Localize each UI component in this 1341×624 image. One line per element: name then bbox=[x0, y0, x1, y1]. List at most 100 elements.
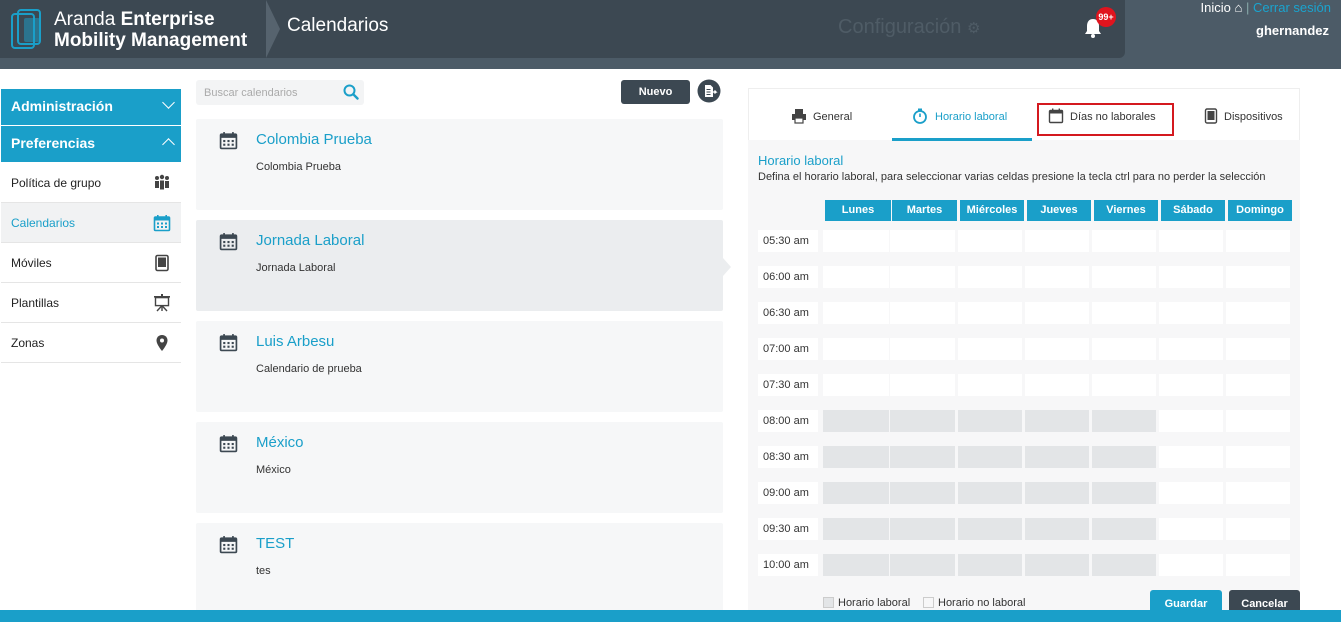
schedule-cell[interactable] bbox=[890, 302, 955, 324]
calendar-name[interactable]: Jornada Laboral bbox=[256, 232, 364, 249]
schedule-cell[interactable] bbox=[1025, 446, 1089, 468]
sidebar-item-politica-de-grupo[interactable]: Política de grupo bbox=[1, 163, 181, 203]
schedule-cell[interactable] bbox=[1159, 302, 1223, 324]
schedule-cell[interactable] bbox=[1159, 554, 1223, 576]
schedule-cell[interactable] bbox=[958, 266, 1022, 288]
schedule-cell[interactable] bbox=[1025, 266, 1089, 288]
schedule-cell[interactable] bbox=[1025, 302, 1089, 324]
calendar-name[interactable]: Luis Arbesu bbox=[256, 333, 334, 350]
schedule-cell[interactable] bbox=[1226, 446, 1290, 468]
schedule-cell[interactable] bbox=[1159, 410, 1223, 432]
schedule-cell[interactable] bbox=[1226, 302, 1290, 324]
calendar-card[interactable]: Jornada Laboral Jornada Laboral bbox=[196, 220, 723, 311]
schedule-cell[interactable] bbox=[823, 266, 889, 288]
nuevo-button[interactable]: Nuevo bbox=[621, 80, 690, 104]
logout-link[interactable]: Cerrar sesión bbox=[1253, 0, 1331, 15]
calendar-card[interactable]: Luis Arbesu Calendario de prueba bbox=[196, 321, 723, 412]
schedule-cell[interactable] bbox=[823, 482, 889, 504]
schedule-cell[interactable] bbox=[1159, 446, 1223, 468]
schedule-cell[interactable] bbox=[823, 302, 889, 324]
schedule-cell[interactable] bbox=[1226, 338, 1290, 360]
config-menu[interactable]: Configuración ⚙ bbox=[838, 16, 980, 39]
schedule-cell[interactable] bbox=[1226, 482, 1290, 504]
schedule-cell[interactable] bbox=[890, 230, 955, 252]
sidebar-item-zonas[interactable]: Zonas bbox=[1, 323, 181, 363]
schedule-cell[interactable] bbox=[823, 446, 889, 468]
schedule-cell[interactable] bbox=[1092, 518, 1156, 540]
sidebar-item-moviles[interactable]: Móviles bbox=[1, 243, 181, 283]
schedule-cell[interactable] bbox=[1025, 554, 1089, 576]
schedule-cell[interactable] bbox=[1092, 410, 1156, 432]
day-header[interactable]: Martes bbox=[892, 200, 957, 221]
schedule-cell[interactable] bbox=[958, 410, 1022, 432]
sidebar-section-preferencias[interactable]: Preferencias bbox=[1, 126, 181, 162]
schedule-cell[interactable] bbox=[1159, 482, 1223, 504]
schedule-cell[interactable] bbox=[823, 374, 889, 396]
search-icon[interactable] bbox=[343, 84, 359, 100]
schedule-cell[interactable] bbox=[890, 410, 955, 432]
schedule-cell[interactable] bbox=[890, 518, 955, 540]
schedule-cell[interactable] bbox=[958, 446, 1022, 468]
schedule-cell[interactable] bbox=[958, 554, 1022, 576]
schedule-cell[interactable] bbox=[1226, 554, 1290, 576]
schedule-cell[interactable] bbox=[1092, 230, 1156, 252]
calendar-card[interactable]: México México bbox=[196, 422, 723, 513]
schedule-cell[interactable] bbox=[1025, 518, 1089, 540]
tab-dispositivos[interactable]: Dispositivos bbox=[1181, 89, 1301, 141]
sidebar-section-administracion[interactable]: Administración bbox=[1, 89, 181, 125]
schedule-cell[interactable] bbox=[1092, 302, 1156, 324]
schedule-cell[interactable] bbox=[1092, 554, 1156, 576]
schedule-cell[interactable] bbox=[890, 338, 955, 360]
schedule-cell[interactable] bbox=[1159, 338, 1223, 360]
schedule-cell[interactable] bbox=[890, 374, 955, 396]
schedule-cell[interactable] bbox=[1025, 482, 1089, 504]
schedule-cell[interactable] bbox=[958, 374, 1022, 396]
schedule-cell[interactable] bbox=[1159, 230, 1223, 252]
schedule-cell[interactable] bbox=[1159, 374, 1223, 396]
sidebar-item-calendarios[interactable]: Calendarios bbox=[1, 203, 181, 243]
schedule-cell[interactable] bbox=[823, 518, 889, 540]
schedule-cell[interactable] bbox=[890, 266, 955, 288]
schedule-cell[interactable] bbox=[958, 230, 1022, 252]
schedule-cell[interactable] bbox=[1226, 518, 1290, 540]
schedule-cell[interactable] bbox=[1226, 374, 1290, 396]
day-header[interactable]: Miércoles bbox=[960, 200, 1024, 221]
schedule-cell[interactable] bbox=[1092, 338, 1156, 360]
day-header[interactable]: Lunes bbox=[825, 200, 891, 221]
day-header[interactable]: Viernes bbox=[1094, 200, 1158, 221]
schedule-cell[interactable] bbox=[890, 554, 955, 576]
export-document-icon[interactable] bbox=[697, 79, 721, 103]
schedule-cell[interactable] bbox=[1025, 410, 1089, 432]
calendar-card[interactable]: TEST tes bbox=[196, 523, 723, 614]
calendar-name[interactable]: TEST bbox=[256, 535, 294, 552]
schedule-cell[interactable] bbox=[823, 554, 889, 576]
schedule-cell[interactable] bbox=[1025, 374, 1089, 396]
sidebar-item-plantillas[interactable]: Plantillas bbox=[1, 283, 181, 323]
schedule-cell[interactable] bbox=[823, 230, 889, 252]
schedule-cell[interactable] bbox=[1159, 518, 1223, 540]
day-header[interactable]: Domingo bbox=[1228, 200, 1292, 221]
schedule-cell[interactable] bbox=[1226, 410, 1290, 432]
schedule-cell[interactable] bbox=[1092, 266, 1156, 288]
schedule-cell[interactable] bbox=[958, 482, 1022, 504]
schedule-cell[interactable] bbox=[958, 302, 1022, 324]
schedule-cell[interactable] bbox=[890, 446, 955, 468]
schedule-cell[interactable] bbox=[958, 338, 1022, 360]
search-input[interactable] bbox=[196, 80, 336, 105]
calendar-name[interactable]: Colombia Prueba bbox=[256, 131, 372, 148]
day-header[interactable]: Sábado bbox=[1161, 200, 1225, 221]
schedule-cell[interactable] bbox=[958, 518, 1022, 540]
schedule-cell[interactable] bbox=[1159, 266, 1223, 288]
schedule-cell[interactable] bbox=[1092, 482, 1156, 504]
schedule-cell[interactable] bbox=[1092, 374, 1156, 396]
home-icon[interactable]: ⌂ bbox=[1234, 0, 1242, 15]
schedule-cell[interactable] bbox=[823, 410, 889, 432]
schedule-cell[interactable] bbox=[1226, 230, 1290, 252]
calendar-card[interactable]: Colombia Prueba Colombia Prueba bbox=[196, 119, 723, 210]
tab-general[interactable]: General bbox=[749, 89, 889, 141]
calendar-name[interactable]: México bbox=[256, 434, 304, 451]
inicio-link[interactable]: Inicio bbox=[1200, 0, 1230, 15]
schedule-cell[interactable] bbox=[1025, 338, 1089, 360]
schedule-cell[interactable] bbox=[1092, 446, 1156, 468]
day-header[interactable]: Jueves bbox=[1027, 200, 1091, 221]
